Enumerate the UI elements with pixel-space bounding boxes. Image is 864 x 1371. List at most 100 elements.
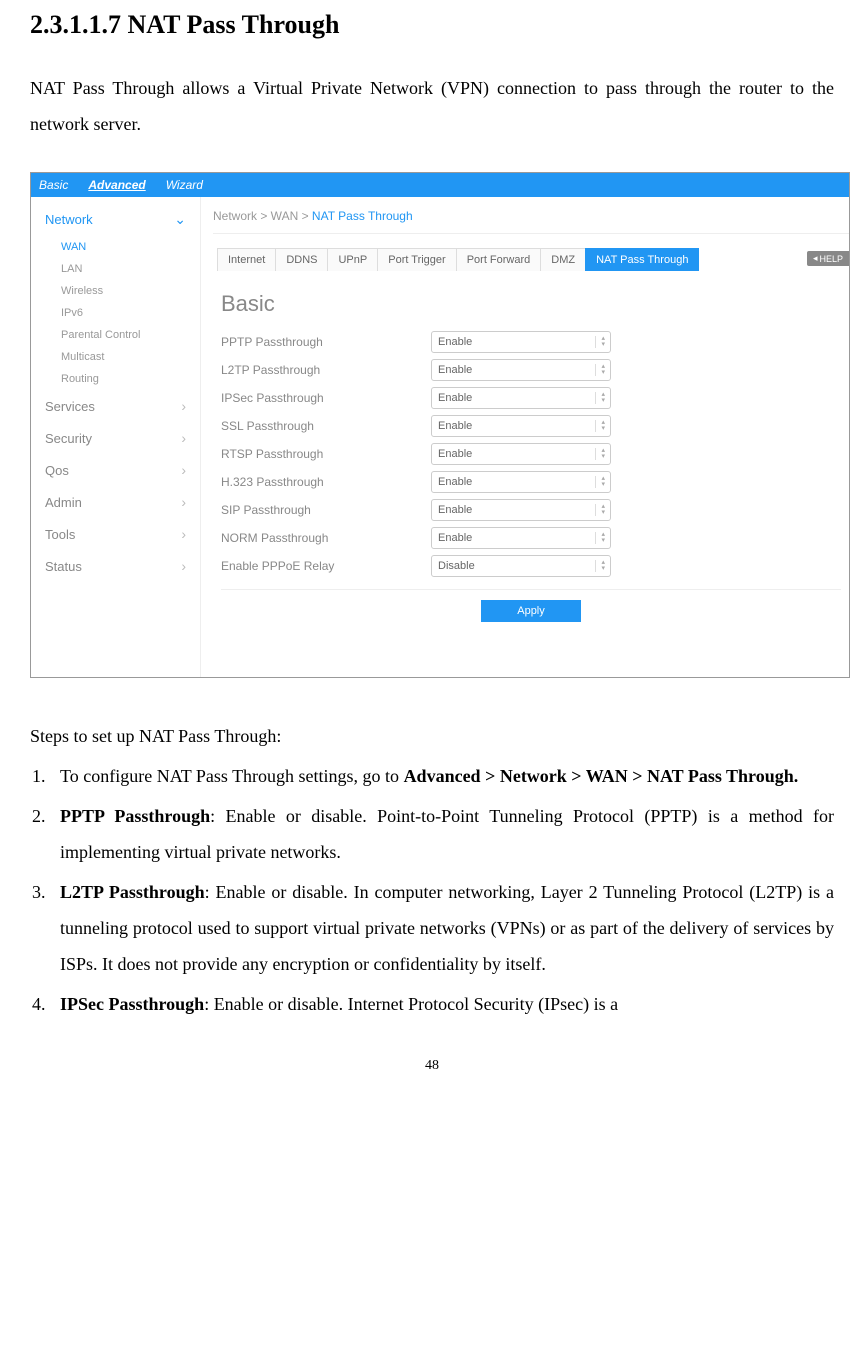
sidebar-tools[interactable]: Tools › — [31, 518, 200, 550]
spinner-icon: ▴▾ — [601, 392, 605, 404]
tab-port-trigger[interactable]: Port Trigger — [377, 248, 456, 271]
select-value: Enable — [438, 532, 472, 544]
breadcrumb: Network > WAN > NAT Pass Through — [213, 205, 849, 234]
divider — [221, 589, 841, 590]
help-button[interactable]: ◂ HELP — [807, 251, 849, 266]
form-section-title: Basic — [221, 291, 849, 317]
chevron-right-icon: › — [181, 398, 186, 414]
row-l2tp: L2TP Passthrough Enable ▴▾ — [213, 359, 849, 381]
select-sip[interactable]: Enable ▴▾ — [431, 499, 611, 521]
sidebar-item-ipv6[interactable]: IPv6 — [31, 302, 200, 324]
tab-dmz[interactable]: DMZ — [540, 248, 586, 271]
steps-list: To configure NAT Pass Through settings, … — [30, 758, 834, 1022]
nav-advanced[interactable]: Advanced — [88, 178, 145, 192]
tab-internet[interactable]: Internet — [217, 248, 276, 271]
tab-ddns[interactable]: DDNS — [275, 248, 328, 271]
label-h323: H.323 Passthrough — [221, 475, 431, 489]
step-text: To configure NAT Pass Through settings, … — [60, 766, 404, 786]
sidebar-network-label: Network — [45, 212, 93, 227]
label-pppoe: Enable PPPoE Relay — [221, 559, 431, 573]
step-bold: IPSec Passthrough — [60, 994, 204, 1014]
step-3: L2TP Passthrough: Enable or disable. In … — [50, 874, 834, 982]
steps-intro: Steps to set up NAT Pass Through: — [30, 718, 834, 754]
chevron-right-icon: › — [181, 558, 186, 574]
chevron-right-icon: › — [181, 462, 186, 478]
select-value: Enable — [438, 336, 472, 348]
step-2: PPTP Passthrough: Enable or disable. Poi… — [50, 798, 834, 870]
breadcrumb-current: NAT Pass Through — [312, 209, 413, 223]
chevron-right-icon: › — [181, 494, 186, 510]
breadcrumb-prefix: Network > WAN > — [213, 209, 312, 223]
sidebar-qos[interactable]: Qos › — [31, 454, 200, 486]
label-l2tp: L2TP Passthrough — [221, 363, 431, 377]
select-pptp[interactable]: Enable▴▾ — [431, 331, 611, 353]
spinner-icon: ▴▾ — [601, 532, 605, 544]
nav-wizard[interactable]: Wizard — [166, 178, 203, 192]
sidebar-security-label: Security — [45, 431, 92, 446]
spinner-icon: ▴▾ — [601, 364, 605, 376]
select-h323[interactable]: Enable▴▾ — [431, 471, 611, 493]
sidebar-item-multicast[interactable]: Multicast — [31, 346, 200, 368]
select-value: Enable — [438, 364, 472, 376]
sidebar-network[interactable]: Network ⌄ — [31, 203, 200, 236]
content-area: Network > WAN > NAT Pass Through Interne… — [201, 197, 849, 677]
help-label: HELP — [819, 254, 843, 264]
select-ipsec[interactable]: Enable▴▾ — [431, 387, 611, 409]
spinner-icon: ▴▾ — [601, 448, 605, 460]
select-value: Enable — [438, 448, 472, 460]
top-nav: Basic Advanced Wizard — [31, 173, 849, 197]
row-h323: H.323 Passthrough Enable▴▾ — [213, 471, 849, 493]
select-rtsp[interactable]: Enable ▴▾ — [431, 443, 611, 465]
sidebar-item-wan[interactable]: WAN — [31, 236, 200, 258]
intro-paragraph: NAT Pass Through allows a Virtual Privat… — [30, 70, 834, 142]
select-l2tp[interactable]: Enable ▴▾ — [431, 359, 611, 381]
step-bold: Advanced > Network > WAN > NAT Pass Thro… — [404, 766, 799, 786]
step-bold: L2TP Passthrough — [60, 882, 205, 902]
sidebar-admin-label: Admin — [45, 495, 82, 510]
spinner-icon: ▴▾ — [601, 476, 605, 488]
back-arrow-icon: ◂ — [813, 253, 818, 264]
tab-upnp[interactable]: UPnP — [327, 248, 378, 271]
select-value: Disable — [438, 560, 475, 572]
row-pppoe: Enable PPPoE Relay Disable ▴▾ — [213, 555, 849, 577]
row-ssl: SSL Passthrough Enable▴▾ — [213, 415, 849, 437]
label-rtsp: RTSP Passthrough — [221, 447, 431, 461]
sidebar-item-lan[interactable]: LAN — [31, 258, 200, 280]
step-text: : Enable or disable. Internet Protocol S… — [204, 994, 618, 1014]
tab-nat-passthrough[interactable]: NAT Pass Through — [585, 248, 699, 271]
sidebar-item-routing[interactable]: Routing — [31, 368, 200, 390]
select-value: Enable — [438, 420, 472, 432]
page-number: 48 — [30, 1058, 834, 1074]
label-ssl: SSL Passthrough — [221, 419, 431, 433]
label-pptp: PPTP Passthrough — [221, 335, 431, 349]
step-4: IPSec Passthrough: Enable or disable. In… — [50, 986, 834, 1022]
tab-port-forward[interactable]: Port Forward — [456, 248, 542, 271]
sidebar-services-label: Services — [45, 399, 95, 414]
tab-bar: Internet DDNS UPnP Port Trigger Port For… — [217, 248, 849, 271]
spinner-icon: ▴▾ — [601, 560, 605, 572]
nav-basic[interactable]: Basic — [39, 178, 68, 192]
label-norm: NORM Passthrough — [221, 531, 431, 545]
sidebar-qos-label: Qos — [45, 463, 69, 478]
sidebar-item-parental[interactable]: Parental Control — [31, 324, 200, 346]
spinner-icon: ▴▾ — [601, 504, 605, 516]
sidebar-admin[interactable]: Admin › — [31, 486, 200, 518]
router-ui-screenshot: Basic Advanced Wizard Network ⌄ WAN LAN … — [30, 172, 850, 678]
step-1: To configure NAT Pass Through settings, … — [50, 758, 834, 794]
label-ipsec: IPSec Passthrough — [221, 391, 431, 405]
sidebar-item-wireless[interactable]: Wireless — [31, 280, 200, 302]
row-pptp: PPTP Passthrough Enable▴▾ — [213, 331, 849, 353]
row-rtsp: RTSP Passthrough Enable ▴▾ — [213, 443, 849, 465]
select-norm[interactable]: Enable ▴▾ — [431, 527, 611, 549]
chevron-down-icon: ⌄ — [174, 211, 186, 228]
chevron-right-icon: › — [181, 430, 186, 446]
select-value: Enable — [438, 504, 472, 516]
sidebar-security[interactable]: Security › — [31, 422, 200, 454]
select-ssl[interactable]: Enable▴▾ — [431, 415, 611, 437]
apply-button[interactable]: Apply — [481, 600, 581, 622]
sidebar-status[interactable]: Status › — [31, 550, 200, 582]
row-norm: NORM Passthrough Enable ▴▾ — [213, 527, 849, 549]
select-pppoe[interactable]: Disable ▴▾ — [431, 555, 611, 577]
sidebar-services[interactable]: Services › — [31, 390, 200, 422]
sidebar: Network ⌄ WAN LAN Wireless IPv6 Parental… — [31, 197, 201, 677]
